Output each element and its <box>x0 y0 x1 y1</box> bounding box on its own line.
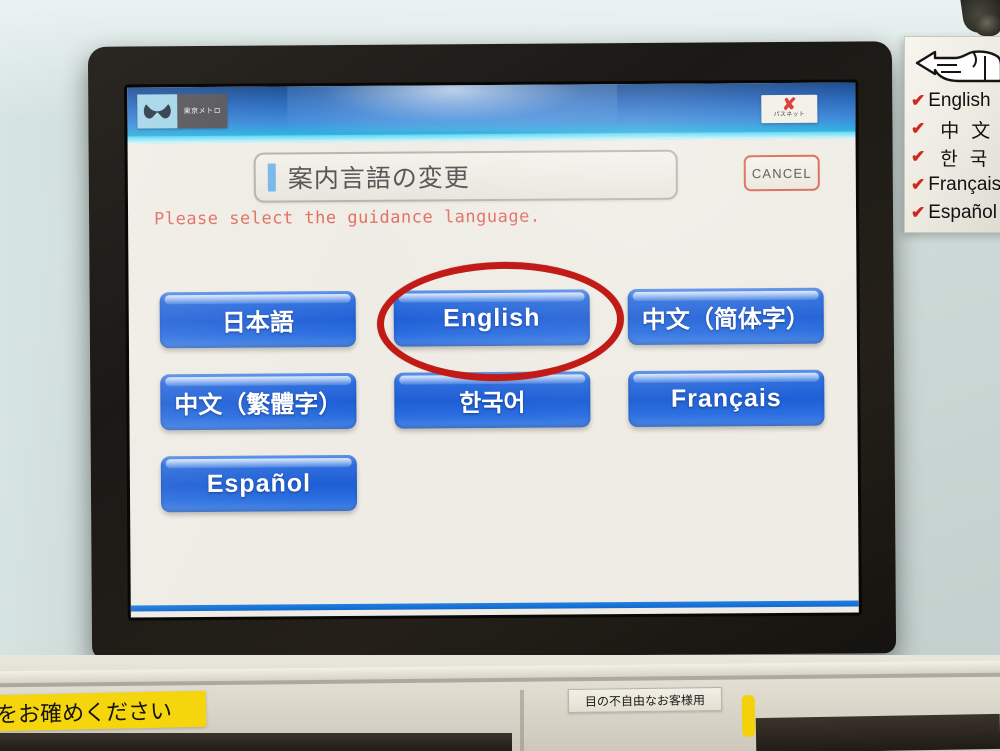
language-button-spanish[interactable]: Español <box>160 454 358 513</box>
yellow-label-text: をお確めください <box>0 698 173 728</box>
metro-m-mark-icon <box>137 94 178 129</box>
yellow-marker-bar <box>741 694 756 738</box>
language-button-label: 中文（繁體字） <box>174 390 343 419</box>
language-button-french[interactable]: Français <box>628 369 825 428</box>
screen-footer-bar <box>130 600 859 612</box>
sign-item-label: 한국어 <box>940 148 1000 170</box>
ceiling-fitting-knob <box>975 14 1000 36</box>
tokyo-metro-logo: 東京メトロ <box>137 93 228 129</box>
language-help-sign: ✔ English ✔ 中文 ✔ 한국어 ✔ Français ✔ Españo… <box>904 36 1000 233</box>
instruction-text: Please select the guidance language. <box>154 206 541 230</box>
header-cyan-line <box>127 131 856 144</box>
sign-list-item: ✔ 한국어 <box>911 143 1000 171</box>
accessibility-plate: 目の不自由なお客様用 <box>567 686 723 714</box>
page-title: 案内言語の変更 <box>287 164 470 194</box>
sign-list-item: ✔ Français <box>911 171 1000 199</box>
language-button-chinese-traditional[interactable]: 中文（繁體字） <box>160 372 357 431</box>
screen-header: 東京メトロ ✘ パスネット <box>127 82 856 144</box>
passnet-logo: ✘ パスネット <box>761 94 818 124</box>
language-button-row: Español <box>160 452 841 513</box>
sign-item-label: Français <box>928 174 1000 195</box>
passnet-label: パスネット <box>773 111 806 119</box>
language-button-label: Español <box>206 468 312 498</box>
check-icon: ✔ <box>911 91 926 110</box>
counter-dark-slot-right <box>755 713 1000 751</box>
accessibility-plate-text: 目の不自由なお客様用 <box>584 692 706 709</box>
pointing-hand-icon <box>915 50 1000 83</box>
language-button-chinese-simplified[interactable]: 中文（简体字） <box>627 287 824 346</box>
header-highlight <box>287 84 618 133</box>
sign-list-item: ✔ Español <box>911 199 1000 227</box>
language-button-label: 日本語 <box>221 308 294 337</box>
sign-language-list: ✔ English ✔ 中文 ✔ 한국어 ✔ Français ✔ Españo… <box>911 87 1000 227</box>
language-button-label: Français <box>670 383 782 413</box>
machine-photo: 東京メトロ ✘ パスネット 案内言語の変更 CANCEL Please sele… <box>0 0 1000 751</box>
metro-name-label: 東京メトロ <box>177 93 228 129</box>
counter-seam <box>520 690 524 751</box>
sign-item-label: 中文 <box>940 120 1000 142</box>
language-button-label: 中文（简体字） <box>641 305 810 334</box>
title-accent-bar <box>267 163 276 192</box>
check-icon: ✔ <box>911 147 938 166</box>
check-icon: ✔ <box>911 119 938 138</box>
sign-item-label: English <box>928 90 991 111</box>
language-button-japanese[interactable]: 日本語 <box>159 290 356 349</box>
passnet-x-icon: ✘ <box>782 94 797 114</box>
check-icon: ✔ <box>911 203 926 222</box>
language-button-label: 한국어 <box>459 389 526 417</box>
yellow-instruction-label: をお確めください <box>0 690 207 732</box>
sign-list-item: ✔ English <box>911 87 1000 115</box>
check-icon: ✔ <box>911 175 926 194</box>
cancel-button[interactable]: CANCEL <box>743 154 820 192</box>
sign-list-item: ✔ 中文 <box>911 115 1000 143</box>
page-title-box: 案内言語の変更 <box>253 149 678 203</box>
sign-item-label: Español <box>928 202 997 223</box>
counter-dark-slot-left <box>0 733 512 751</box>
